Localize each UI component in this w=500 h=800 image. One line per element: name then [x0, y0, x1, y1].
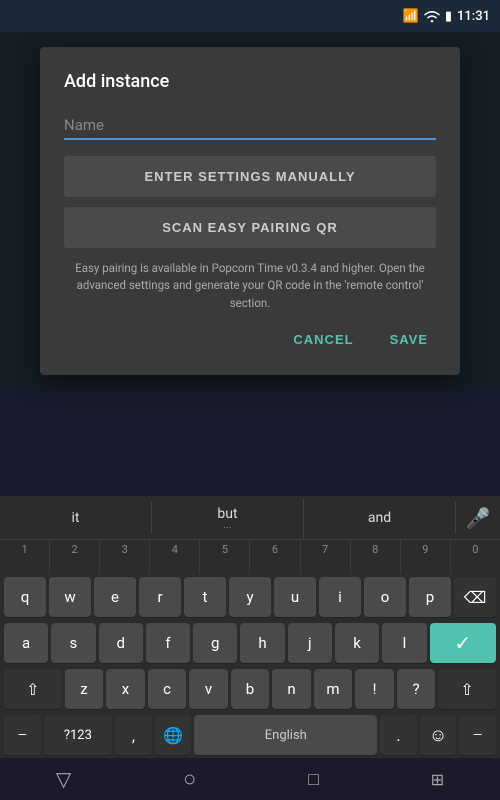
key-m[interactable]: m: [314, 669, 353, 709]
key-y[interactable]: y: [229, 577, 271, 617]
save-button[interactable]: SAVE: [382, 328, 436, 351]
key-b[interactable]: b: [231, 669, 270, 709]
period-label: .: [396, 726, 400, 745]
key-emoji[interactable]: ☺: [420, 715, 457, 755]
key-exclaim[interactable]: !: [355, 669, 394, 709]
nav-back-button[interactable]: ▽: [56, 767, 71, 791]
key-q[interactable]: q: [4, 577, 46, 617]
keyboard-row-1: q w e r t y u i o p ⌫: [0, 574, 500, 620]
mic-button[interactable]: 🎤: [456, 506, 500, 530]
key-f[interactable]: f: [146, 623, 190, 663]
dialog-actions: CANCEL SAVE: [64, 328, 436, 351]
keyboard-row-bottom: — ?123 , 🌐 English . ☺ —: [0, 712, 500, 758]
key-space[interactable]: English: [194, 715, 377, 755]
key-z[interactable]: z: [65, 669, 104, 709]
name-input-container: Name: [64, 112, 436, 140]
suggestions-bar: it but ... and 🎤: [0, 496, 500, 540]
content-area: Add instance Name ENTER SETTINGS MANUALL…: [0, 32, 500, 390]
nav-home-button[interactable]: ○: [183, 766, 196, 792]
key-symbols[interactable]: ?123: [44, 715, 113, 755]
num-2[interactable]: 2: [50, 540, 100, 574]
key-x[interactable]: x: [106, 669, 145, 709]
globe-icon: 🌐: [163, 726, 183, 745]
keyboard: it but ... and 🎤 1 2 3 4 5 6 7 8 9 0 q w…: [0, 496, 500, 758]
key-s[interactable]: s: [51, 623, 95, 663]
num-0[interactable]: 0: [451, 540, 500, 574]
battery-icon: ▮: [445, 9, 452, 24]
nav-bar: ▽ ○ □ ⊞: [0, 758, 500, 800]
key-e[interactable]: e: [94, 577, 136, 617]
num-9[interactable]: 9: [401, 540, 451, 574]
key-dash-right[interactable]: —: [459, 715, 496, 755]
status-bar: 📶 ▮ 11:31: [0, 0, 500, 32]
comma-label: ,: [132, 726, 135, 745]
suggestion-it[interactable]: it: [0, 502, 152, 534]
suggestion-but[interactable]: but ...: [152, 498, 304, 538]
key-backspace[interactable]: ⌫: [454, 577, 496, 617]
key-g[interactable]: g: [193, 623, 237, 663]
suggestion-and[interactable]: and: [304, 502, 456, 534]
enter-settings-button[interactable]: ENTER SETTINGS MANUALLY: [64, 156, 436, 197]
shift-left-icon: ⇧: [26, 680, 39, 699]
shift-right-icon: ⇧: [460, 680, 473, 699]
key-v[interactable]: v: [189, 669, 228, 709]
num-1[interactable]: 1: [0, 540, 50, 574]
nav-recents-button[interactable]: □: [308, 769, 319, 790]
key-w[interactable]: w: [49, 577, 91, 617]
scan-qr-button[interactable]: SCAN EASY PAIRING QR: [64, 207, 436, 248]
num-3[interactable]: 3: [100, 540, 150, 574]
wifi-icon: [424, 9, 440, 23]
number-row: 1 2 3 4 5 6 7 8 9 0: [0, 540, 500, 574]
keyboard-row-3: ⇧ z x c v b n m ! ? ⇧: [0, 666, 500, 712]
mic-icon: 🎤: [466, 506, 491, 530]
symbols-label: ?123: [64, 728, 92, 743]
emoji-icon: ☺: [429, 725, 447, 746]
key-c[interactable]: c: [148, 669, 187, 709]
key-a[interactable]: a: [4, 623, 48, 663]
key-j[interactable]: j: [288, 623, 332, 663]
key-shift-left[interactable]: ⇧: [4, 669, 62, 709]
nav-keyboard-button[interactable]: ⊞: [431, 770, 444, 789]
num-6[interactable]: 6: [250, 540, 300, 574]
key-r[interactable]: r: [139, 577, 181, 617]
suggestion-dots: ...: [156, 522, 299, 530]
name-placeholder: Name: [64, 112, 436, 138]
key-comma[interactable]: ,: [115, 715, 152, 755]
key-o[interactable]: o: [364, 577, 406, 617]
key-n[interactable]: n: [272, 669, 311, 709]
key-t[interactable]: t: [184, 577, 226, 617]
key-p[interactable]: p: [409, 577, 451, 617]
key-d[interactable]: d: [99, 623, 143, 663]
cancel-button[interactable]: CANCEL: [285, 328, 361, 351]
key-globe[interactable]: 🌐: [155, 715, 192, 755]
key-h[interactable]: h: [240, 623, 284, 663]
num-5[interactable]: 5: [200, 540, 250, 574]
key-i[interactable]: i: [319, 577, 361, 617]
backspace-icon: ⌫: [464, 588, 487, 607]
num-7[interactable]: 7: [301, 540, 351, 574]
bluetooth-icon: 📶: [403, 9, 419, 24]
info-text: Easy pairing is available in Popcorn Tim…: [64, 260, 436, 312]
add-instance-dialog: Add instance Name ENTER SETTINGS MANUALL…: [40, 47, 460, 375]
key-period[interactable]: .: [380, 715, 417, 755]
key-dash-left[interactable]: —: [4, 715, 41, 755]
checkmark-icon: ✓: [454, 631, 471, 655]
key-shift-right[interactable]: ⇧: [438, 669, 496, 709]
status-time: 11:31: [457, 9, 490, 24]
key-l[interactable]: l: [382, 623, 426, 663]
keyboard-row-2: a s d f g h j k l ✓: [0, 620, 500, 666]
num-4[interactable]: 4: [150, 540, 200, 574]
key-question[interactable]: ?: [397, 669, 436, 709]
key-enter[interactable]: ✓: [430, 623, 496, 663]
dialog-title: Add instance: [64, 71, 436, 92]
num-8[interactable]: 8: [351, 540, 401, 574]
key-u[interactable]: u: [274, 577, 316, 617]
space-label: English: [265, 728, 307, 743]
key-k[interactable]: k: [335, 623, 379, 663]
